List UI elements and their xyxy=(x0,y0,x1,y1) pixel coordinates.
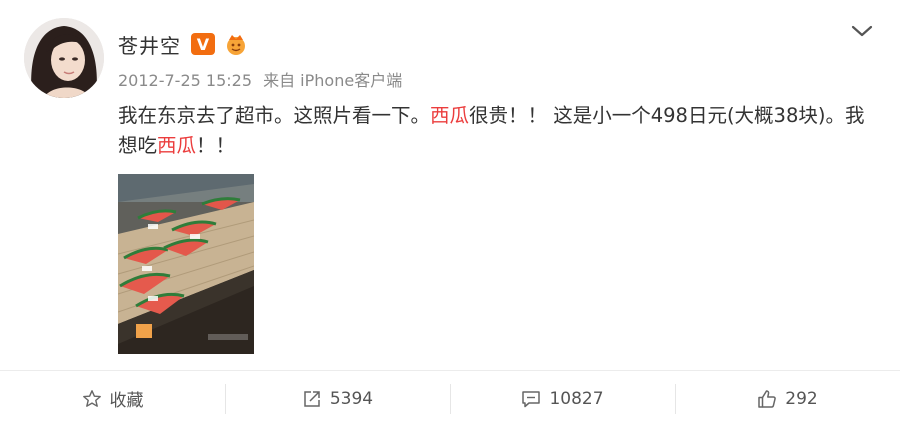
favorite-button[interactable]: 收藏 xyxy=(0,371,225,426)
post-image[interactable] xyxy=(118,174,254,354)
repost-button[interactable]: 5394 xyxy=(225,371,450,426)
share-arrow-icon xyxy=(304,390,320,407)
keyword-link[interactable]: 西瓜 xyxy=(430,104,469,127)
post-text-part: 我在东京去了超市。这照片看一下。 xyxy=(118,104,431,127)
star-outline-icon xyxy=(82,389,101,407)
member-crown-icon[interactable] xyxy=(223,31,249,57)
post-meta: 2012-7-25 15:25 来自 iPhone客户端 xyxy=(118,67,402,91)
post-source[interactable]: 来自 iPhone客户端 xyxy=(263,71,402,90)
comment-bubble-icon xyxy=(522,390,541,407)
comment-button[interactable]: 10827 xyxy=(450,371,675,426)
comment-count: 10827 xyxy=(549,388,604,409)
chevron-down-icon[interactable] xyxy=(850,22,874,40)
post-text: 我在东京去了超市。这照片看一下。西瓜很贵！！ 这是小一个498日元(大概38块)… xyxy=(118,101,878,161)
thumbs-up-icon xyxy=(758,389,777,408)
avatar[interactable] xyxy=(24,18,104,98)
author-row: 苍井空 V xyxy=(118,30,249,58)
post-text-part: ！！ xyxy=(196,134,236,157)
post-action-bar: 收藏 5394 10827 292 xyxy=(0,370,900,426)
weibo-post-card: 苍井空 V 2012-7-25 15:25 来自 iPhone客户端 我在东京去… xyxy=(0,0,900,425)
like-button[interactable]: 292 xyxy=(675,371,900,426)
favorite-label: 收藏 xyxy=(109,391,144,411)
keyword-link[interactable]: 西瓜 xyxy=(157,134,196,157)
author-name[interactable]: 苍井空 xyxy=(118,30,181,59)
like-count: 292 xyxy=(785,388,818,409)
repost-count: 5394 xyxy=(329,388,374,409)
avatar-photo xyxy=(24,18,104,98)
verified-v-icon[interactable]: V xyxy=(191,33,215,55)
post-time[interactable]: 2012-7-25 15:25 xyxy=(118,71,252,90)
watermelon-photo xyxy=(118,174,254,354)
